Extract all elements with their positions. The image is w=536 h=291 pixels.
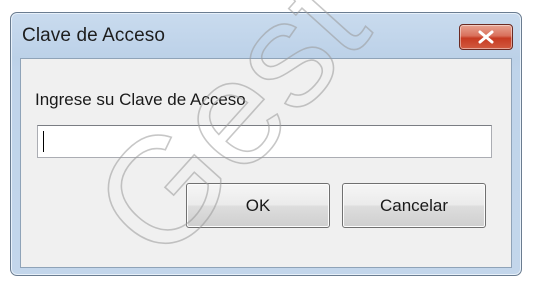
dialog-title: Clave de Acceso [22, 25, 166, 46]
close-icon [477, 30, 495, 44]
ok-button[interactable]: OK [186, 183, 330, 228]
text-caret [43, 131, 44, 152]
password-input[interactable] [37, 125, 492, 158]
close-button[interactable] [459, 24, 513, 50]
password-prompt-label: Ingrese su Clave de Acceso [35, 90, 246, 109]
screen: Clave de Acceso Ingrese su Clave de Acce… [0, 0, 536, 291]
cancel-button[interactable]: Cancelar [342, 183, 486, 228]
dialog-client-area: Ingrese su Clave de Acceso OK Cancelar [20, 58, 512, 268]
